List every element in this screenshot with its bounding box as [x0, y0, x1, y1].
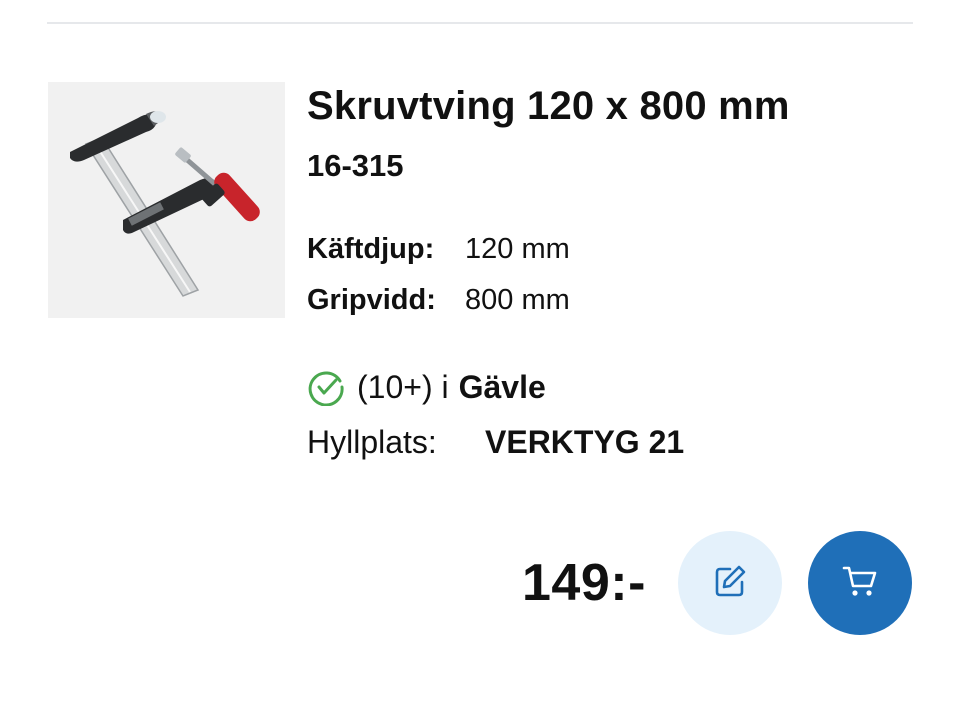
cart-icon — [841, 562, 879, 605]
product-title: Skruvtving 120 x 800 mm — [307, 84, 790, 128]
edit-icon — [712, 563, 748, 604]
check-circle-icon — [307, 368, 345, 407]
edit-button[interactable] — [678, 531, 782, 635]
spec-row-grip-width: Gripvidd: 800 mm — [307, 284, 570, 317]
spec-label: Käftdjup: — [307, 233, 435, 265]
product-image[interactable] — [48, 82, 285, 318]
product-price: 149:- — [522, 554, 646, 612]
spec-label: Gripvidd: — [307, 284, 436, 316]
stock-status: (10+) i Gävle — [307, 367, 546, 407]
spec-value: 800 mm — [465, 284, 570, 316]
shelf-location: Hyllplats: VERKTYG 21 — [307, 424, 684, 461]
product-sku: 16-315 — [307, 148, 404, 183]
clamp-image — [70, 111, 260, 297]
stock-location: Gävle — [458, 368, 546, 405]
spec-row-jaw-depth: Käftdjup: 120 mm — [307, 233, 570, 266]
spec-value: 120 mm — [465, 233, 570, 265]
shelf-value: VERKTYG 21 — [485, 424, 685, 460]
top-divider — [47, 22, 913, 24]
shelf-label: Hyllplats: — [307, 424, 437, 460]
stock-count: (10+) i — [357, 368, 449, 405]
add-to-cart-button[interactable] — [808, 531, 912, 635]
